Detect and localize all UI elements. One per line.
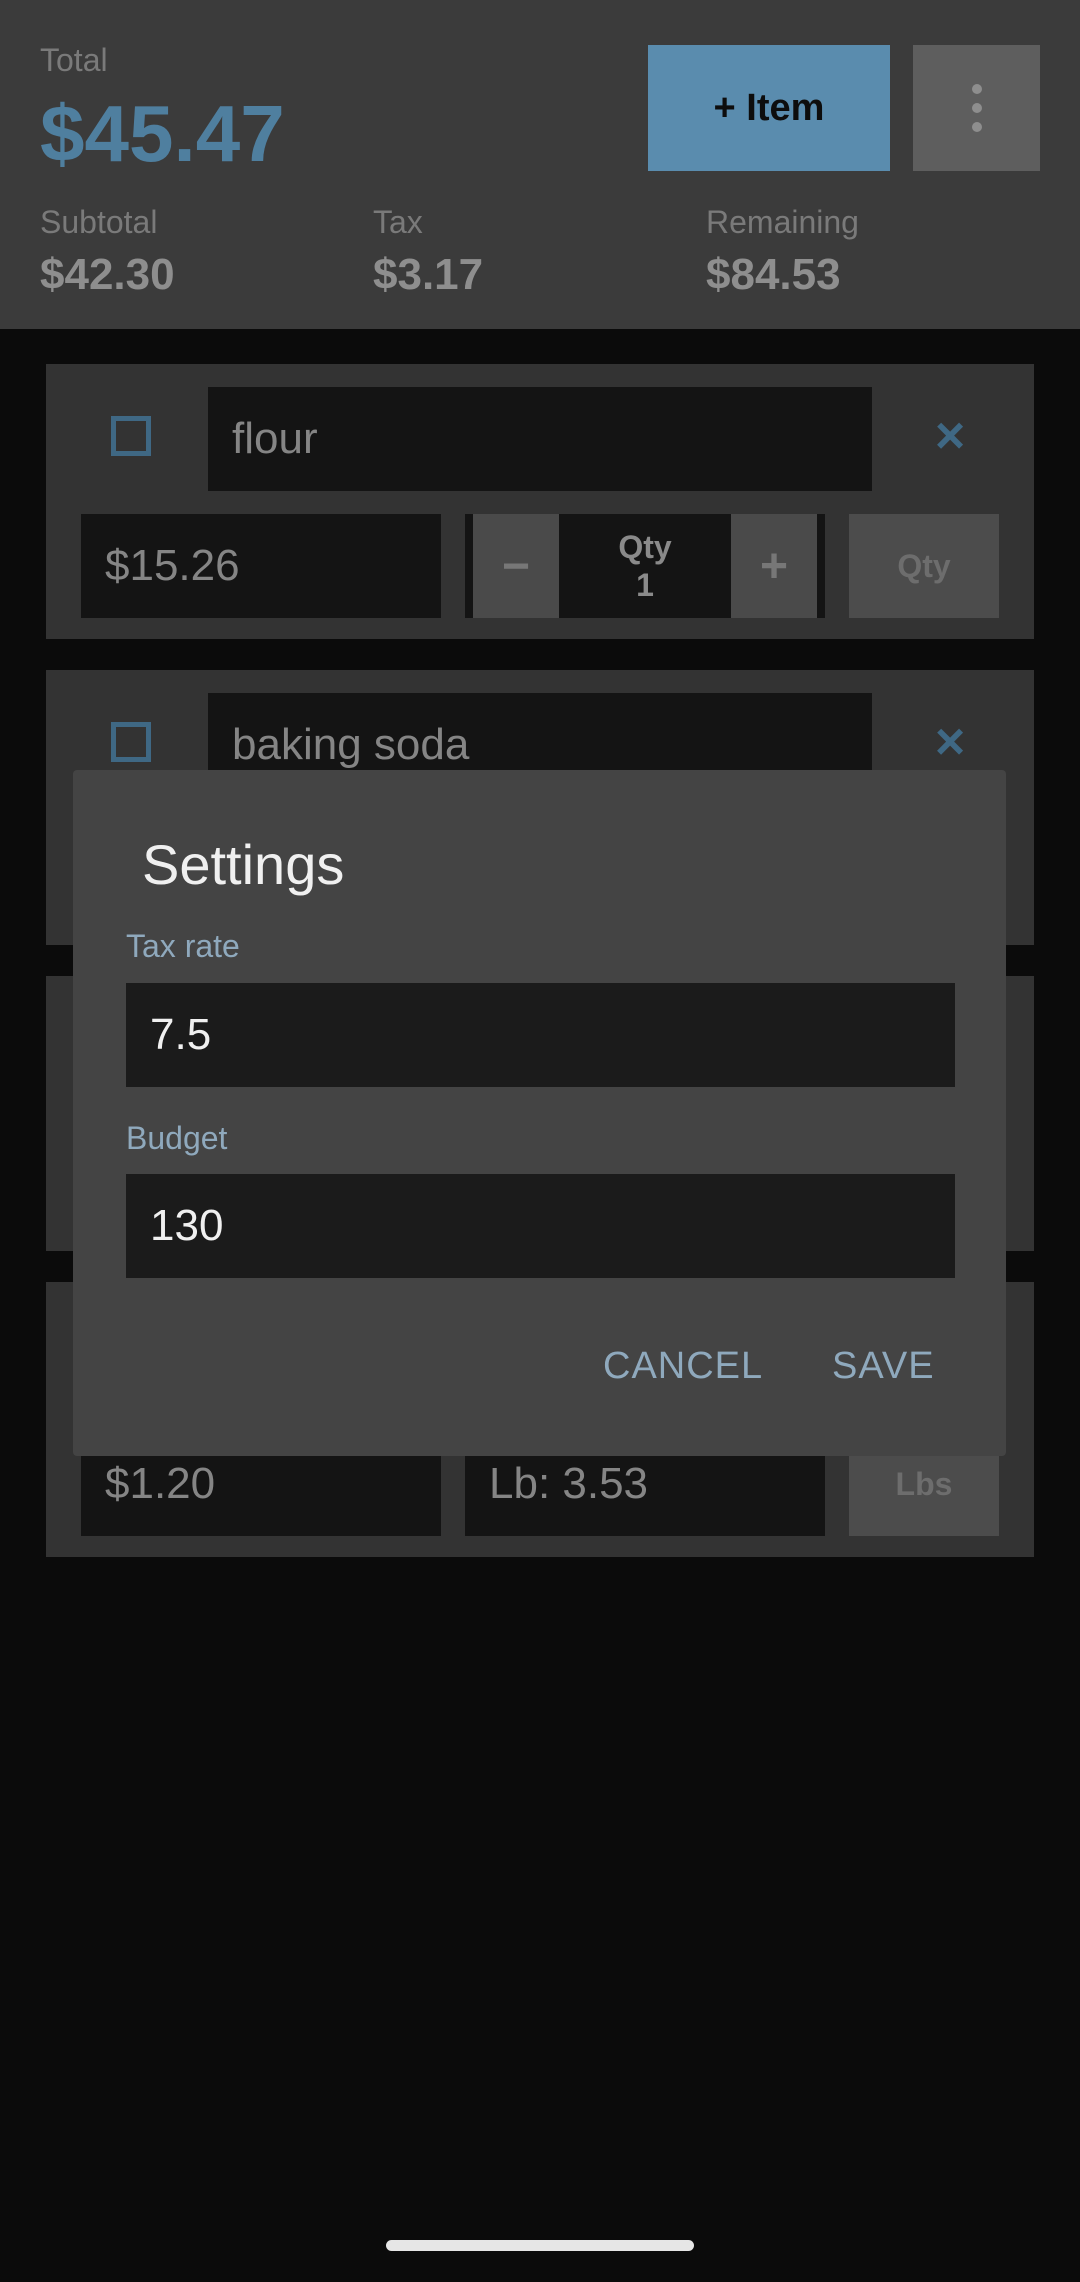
tax-value: $3.17 <box>373 250 484 299</box>
increment-button[interactable]: + <box>731 514 817 618</box>
totals-header: Total $45.47 + Item Subtotal $42.30 Tax … <box>0 0 1080 329</box>
item-checkbox[interactable] <box>111 722 151 762</box>
tax-label: Tax <box>373 204 423 240</box>
cancel-button[interactable]: CANCEL <box>603 1345 763 1388</box>
remaining-value: $84.53 <box>706 250 841 299</box>
budget-label: Budget <box>126 1120 228 1156</box>
close-icon[interactable]: × <box>926 716 974 768</box>
quantity-display: Qty 1 <box>559 514 731 618</box>
list-item: flour × $15.26 − Qty 1 + Qty <box>46 364 1034 639</box>
quantity-stepper: − Qty 1 + <box>465 514 825 618</box>
tax-rate-input[interactable]: 7.5 <box>126 983 955 1087</box>
add-item-button[interactable]: + Item <box>648 45 890 171</box>
close-icon[interactable]: × <box>926 410 974 462</box>
unit-toggle-button[interactable]: Qty <box>849 514 999 618</box>
item-price-field[interactable]: $15.26 <box>81 514 441 618</box>
item-checkbox[interactable] <box>111 416 151 456</box>
home-indicator[interactable] <box>386 2240 694 2251</box>
tax-rate-label: Tax rate <box>126 928 240 964</box>
total-label: Total <box>40 42 108 78</box>
subtotal-label: Subtotal <box>40 204 158 240</box>
save-button[interactable]: SAVE <box>832 1345 935 1388</box>
quantity-value: 1 <box>636 567 654 603</box>
decrement-button[interactable]: − <box>473 514 559 618</box>
quantity-label: Qty <box>618 529 672 565</box>
dialog-title: Settings <box>142 833 345 896</box>
remaining-label: Remaining <box>706 204 859 240</box>
budget-input[interactable]: 130 <box>126 1174 955 1278</box>
settings-dialog: Settings Tax rate 7.5 Budget 130 CANCEL … <box>73 770 1006 1456</box>
item-name-field[interactable]: flour <box>208 387 872 491</box>
subtotal-value: $42.30 <box>40 250 175 299</box>
more-vert-icon <box>971 84 982 132</box>
total-value: $45.47 <box>40 89 285 178</box>
overflow-menu-button[interactable] <box>913 45 1040 171</box>
